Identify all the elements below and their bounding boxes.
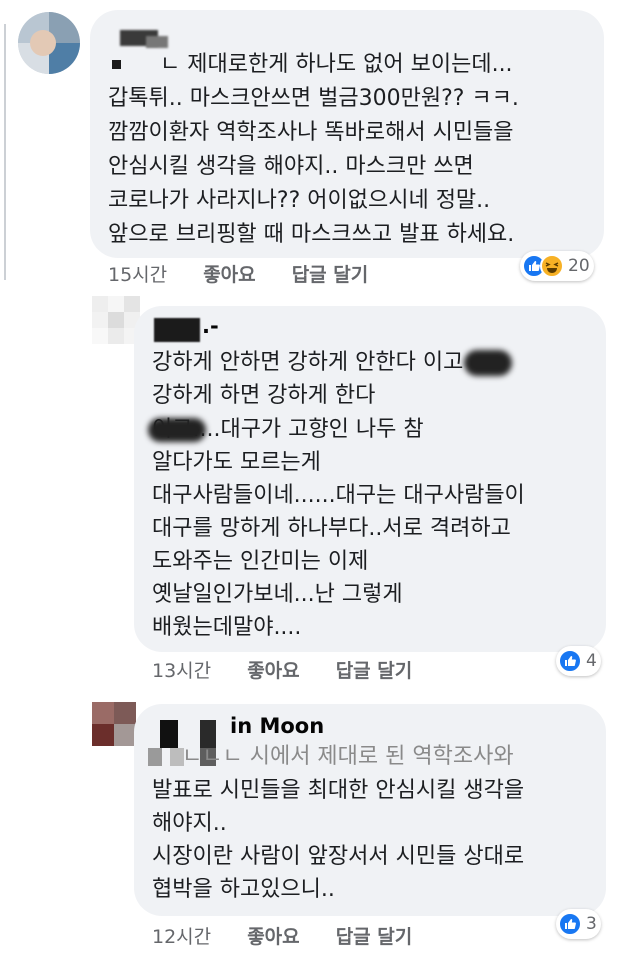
comment-timestamp[interactable]: 12시간 [152, 926, 211, 948]
comment-bubble: .- 강하게 안하면 강하게 안한다 이고 강하게 하면 강하게 한다 이고..… [134, 306, 606, 652]
comment-text-line: 대구사람들이네......대구는 대구사람들이 [152, 483, 525, 508]
comment-meta: 13시간 좋아요 답글 달기 [152, 656, 442, 683]
comment-timestamp[interactable]: 13시간 [152, 660, 211, 682]
word-redaction [148, 418, 206, 442]
word-redaction [464, 350, 512, 376]
reaction-count: 20 [568, 256, 590, 276]
comment-text-line: 알다가도 모르는게 [152, 450, 321, 475]
comment-text-line: 강하게 하면 강하게 한다 [152, 383, 376, 408]
like-button[interactable]: 좋아요 [203, 264, 255, 286]
comment-text-line: 코로나가 사라지나?? 어이없으시네 정말.. [108, 188, 491, 213]
comment-text-line: 안심시킬 생각을 해야지.. 마스크만 쓰면 [108, 154, 474, 179]
author-name-redaction [148, 748, 162, 766]
thread-line [4, 24, 6, 280]
reaction-summary[interactable]: 3 [556, 909, 601, 939]
comment-text-line: 깜깜이환자 역학조사나 똑바로해서 시민들을 [108, 120, 514, 145]
comment-text-line: 배웠는데말야.... [152, 615, 302, 640]
comment-text-line: 옛날일인가보네...난 그렇게 [152, 582, 403, 607]
comment-meta: 15시간 좋아요 답글 달기 [108, 260, 398, 287]
avatar[interactable] [92, 296, 140, 344]
comment-text-line: 시장이란 사람이 앞장서서 시민들 상대로 [152, 844, 525, 869]
reaction-count: 3 [586, 914, 597, 934]
comment-author[interactable]: in Moon [230, 714, 324, 738]
comment-timestamp[interactable]: 15시간 [108, 264, 167, 286]
comment-text-line: 협박을 하고있으니.. [152, 877, 335, 902]
like-icon [558, 912, 582, 936]
like-icon [558, 649, 582, 673]
author-name-redaction [146, 36, 168, 48]
comment-bubble: ㄴ 제대로한게 하나도 없어 보이는데... 갑톡튀.. 마스크안쓰면 벌금30… [90, 10, 604, 258]
comment-text-line: 강하게 안하면 강하게 안한다 이고 [152, 350, 464, 375]
reply-button[interactable]: 답글 달기 [292, 264, 369, 286]
reaction-summary[interactable]: 20 [520, 251, 594, 281]
reply-button[interactable]: 답글 달기 [336, 660, 413, 682]
like-button[interactable]: 좋아요 [247, 926, 299, 948]
mention-redaction [112, 60, 121, 69]
comment-text-line: 도와주는 인간미는 이제 [152, 549, 369, 574]
avatar[interactable] [18, 12, 80, 74]
reaction-count: 4 [586, 651, 597, 671]
comment-text-line: 갑톡튀.. 마스크안쓰면 벌금300만원?? ㅋㅋ. [108, 86, 519, 111]
comment-text-line: ㄴ 제대로한게 하나도 없어 보이는데... [160, 52, 513, 77]
comment-text-line: ㄴㄴㄴ 시에서 제대로 된 역학조사와 [182, 744, 514, 769]
comment-text-line: 해야지.. [152, 811, 227, 836]
comment-bubble: in Moon ㄴㄴㄴ 시에서 제대로 된 역학조사와 발표로 시민들을 최대한… [134, 704, 606, 916]
author-name-redaction [154, 318, 200, 342]
reaction-summary[interactable]: 4 [556, 646, 601, 676]
comment-text-line: 대구를 망하게 하나부다..서로 격려하고 [152, 516, 511, 541]
author-name-redaction [160, 720, 178, 748]
comment-author[interactable]: .- [202, 314, 219, 338]
comment-text-line: 앞으로 브리핑할 때 마스크쓰고 발표 하세요. [108, 222, 515, 247]
reply-button[interactable]: 답글 달기 [336, 926, 413, 948]
avatar[interactable] [92, 702, 136, 746]
like-button[interactable]: 좋아요 [247, 660, 299, 682]
comment-meta: 12시간 좋아요 답글 달기 [152, 922, 442, 949]
comment-text-line: 발표로 시민들을 최대한 안심시킬 생각을 [152, 778, 525, 803]
haha-icon [540, 254, 564, 278]
